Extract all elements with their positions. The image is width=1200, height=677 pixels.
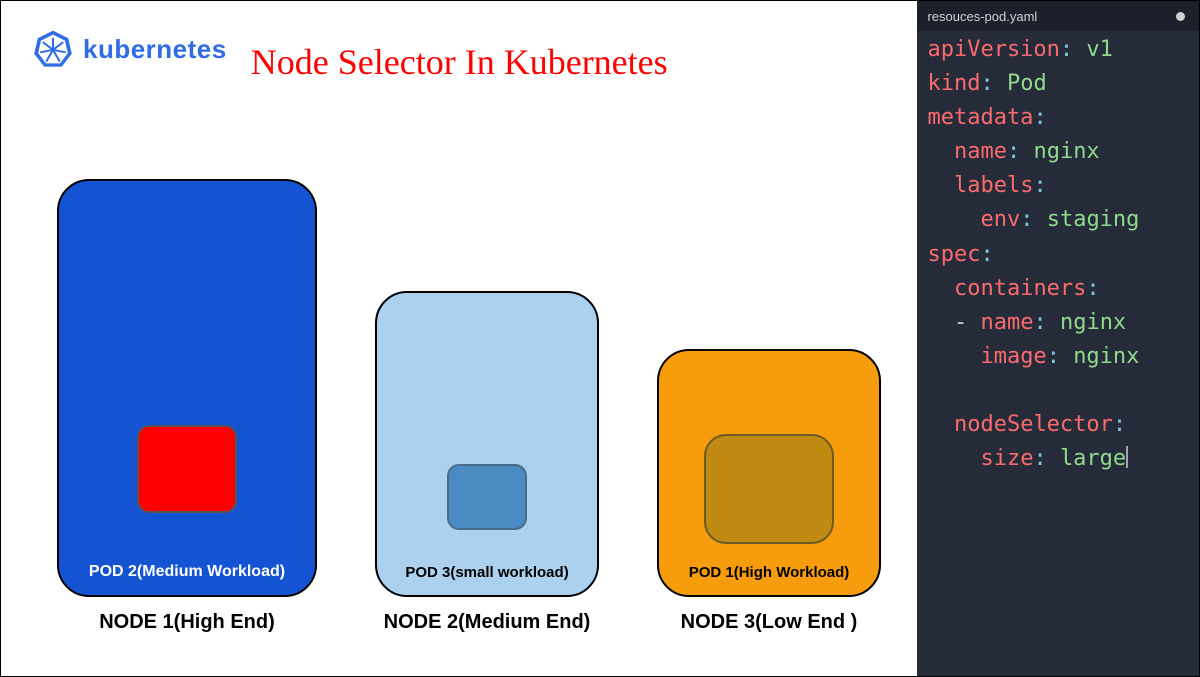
yaml-code[interactable]: apiVersion: v1 kind: Pod metadata: name:…: [917, 31, 1199, 486]
yaml-key-spec: spec: [927, 242, 980, 267]
editor-tab[interactable]: resouces-pod.yaml: [927, 9, 1037, 24]
yaml-key-cname: name: [980, 310, 1033, 335]
diagram-title: Node Selector In Kubernetes: [1, 41, 917, 83]
pod-1-label: POD 1(High Workload): [689, 564, 850, 581]
yaml-key-apiversion: apiVersion: [927, 37, 1059, 62]
yaml-val-kind: Pod: [1007, 71, 1047, 96]
pod-1-box: [704, 434, 834, 544]
yaml-key-size: size: [980, 446, 1033, 471]
yaml-key-env: env: [980, 207, 1020, 232]
yaml-key-containers: containers: [954, 276, 1086, 301]
yaml-val-size: large: [1060, 446, 1126, 471]
node-3-box: POD 1(High Workload): [657, 349, 881, 597]
node-2-box: POD 3(small workload): [375, 291, 599, 597]
pod-3-label: POD 3(small workload): [405, 564, 568, 581]
editor-tabbar: resouces-pod.yaml: [917, 1, 1199, 31]
pod-2-label: POD 2(Medium Workload): [89, 563, 285, 581]
yaml-val-env: staging: [1047, 207, 1140, 232]
yaml-val-name: nginx: [1033, 139, 1099, 164]
yaml-key-labels: labels: [954, 173, 1033, 198]
yaml-key-name: name: [954, 139, 1007, 164]
text-cursor-icon: [1126, 446, 1128, 468]
node-2: POD 3(small workload) NODE 2(Medium End): [375, 291, 599, 634]
yaml-val-apiversion: v1: [1086, 37, 1113, 62]
node-2-label: NODE 2(Medium End): [384, 611, 591, 634]
yaml-val-cname: nginx: [1060, 310, 1126, 335]
yaml-key-nodeselector: nodeSelector: [954, 412, 1113, 437]
pod-2-box: [137, 425, 237, 513]
diagram-area: kubernetes Node Selector In Kubernetes P…: [1, 1, 917, 676]
pod-3-box: [447, 464, 527, 530]
yaml-key-metadata: metadata: [927, 105, 1033, 130]
unsaved-dot-icon: [1176, 12, 1185, 21]
node-3-label: NODE 3(Low End ): [681, 611, 858, 634]
node-1-box: POD 2(Medium Workload): [57, 179, 317, 597]
node-1-label: NODE 1(High End): [99, 611, 275, 634]
node-3: POD 1(High Workload) NODE 3(Low End ): [657, 349, 881, 634]
page: kubernetes Node Selector In Kubernetes P…: [0, 0, 1200, 677]
code-editor: resouces-pod.yaml apiVersion: v1 kind: P…: [917, 1, 1199, 676]
yaml-val-cimage: nginx: [1073, 344, 1139, 369]
yaml-key-kind: kind: [927, 71, 980, 96]
nodes-row: POD 2(Medium Workload) NODE 1(High End) …: [57, 179, 917, 634]
yaml-key-cimage: image: [980, 344, 1046, 369]
node-1: POD 2(Medium Workload) NODE 1(High End): [57, 179, 317, 634]
